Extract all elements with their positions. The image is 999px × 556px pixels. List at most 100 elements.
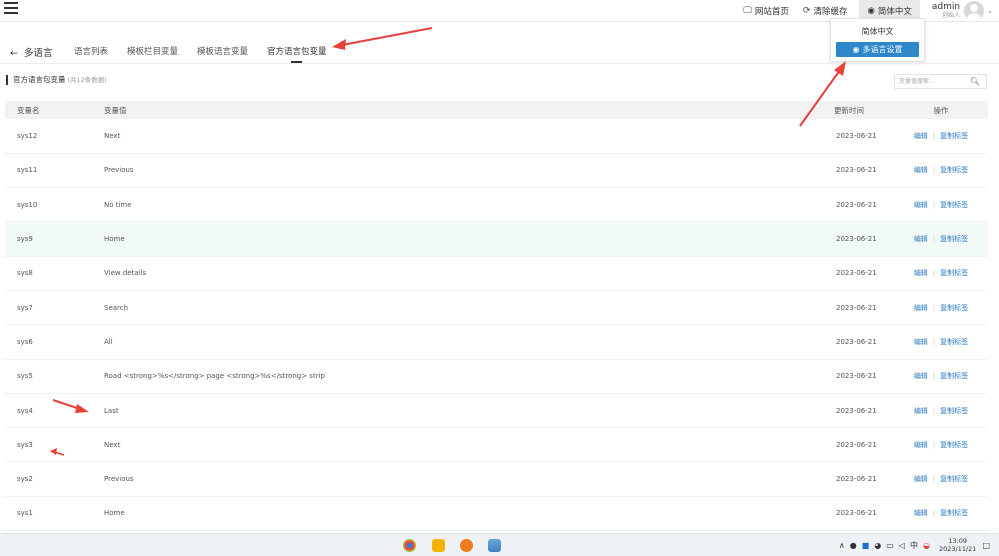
cell-var-name: sys7 [5, 290, 92, 326]
copy-tag-link[interactable]: 复制标签 [940, 235, 968, 243]
menu-icon[interactable] [4, 2, 18, 16]
edit-link[interactable]: 编辑 [914, 441, 928, 449]
edit-link[interactable]: 编辑 [914, 166, 928, 174]
cell-var-value: Next [92, 427, 832, 463]
cell-var-value: Road <strong>%s</strong> page <strong>%s… [92, 359, 832, 394]
table-row: sys5 Road <strong>%s</strong> page <stron… [5, 359, 988, 394]
browser-icon[interactable] [460, 539, 473, 552]
dropdown-current-language[interactable]: 简体中文 [831, 26, 924, 37]
app-icon[interactable] [432, 539, 445, 552]
copy-tag-link[interactable]: 复制标签 [940, 475, 968, 483]
cell-var-name: sys6 [5, 324, 92, 360]
cell-var-value: Previous [92, 153, 832, 189]
table-row: sys9 Home 2023-06-21 编辑 | 复制标签 [5, 221, 988, 257]
refresh-icon: ⟳ [802, 6, 811, 16]
cell-var-name: sys5 [5, 359, 92, 394]
edit-link[interactable]: 编辑 [914, 509, 928, 517]
cell-actions: 编辑 | 复制标签 [894, 427, 988, 463]
cell-actions: 编辑 | 复制标签 [894, 496, 988, 532]
monitor-icon: 🖵 [743, 6, 752, 16]
table-row: sys3 Next 2023-06-21 编辑 | 复制标签 [5, 427, 988, 463]
edit-link[interactable]: 编辑 [914, 475, 928, 483]
copy-tag-link[interactable]: 复制标签 [940, 509, 968, 517]
tab-language-list[interactable]: 语言列表 [74, 45, 108, 57]
tab-official-language-vars[interactable]: 官方语言包变量 [267, 45, 327, 57]
cell-update-time: 2023-06-21 [832, 153, 894, 189]
edit-link[interactable]: 编辑 [914, 338, 928, 346]
edit-link[interactable]: 编辑 [914, 235, 928, 243]
user-menu[interactable]: admin 创始人 ⌄ [932, 1, 999, 21]
cell-var-name: sys1 [5, 496, 92, 532]
cell-actions: 编辑 | 复制标签 [894, 324, 988, 360]
edit-link[interactable]: 编辑 [914, 269, 928, 277]
tab-bar: ← 多语言 语言列表 模板栏目变量 模板语言变量 官方语言包变量 [0, 38, 999, 64]
search-icon[interactable]: 🔍︎ [970, 75, 980, 88]
clock[interactable]: 13:09 2023/11/21 [939, 538, 976, 552]
user-tray-icon[interactable]: ◕ [874, 541, 881, 550]
divider: | [932, 509, 936, 518]
copy-tag-link[interactable]: 复制标签 [940, 201, 968, 209]
tab-template-column-vars[interactable]: 模板栏目变量 [127, 45, 178, 57]
site-home-link[interactable]: 🖵 网站首页 [743, 5, 789, 17]
cell-var-name: sys8 [5, 256, 92, 291]
search-placeholder: 变量值搜索... [899, 78, 935, 85]
edit-link[interactable]: 编辑 [914, 132, 928, 140]
cell-update-time: 2023-06-21 [832, 393, 894, 429]
copy-tag-link[interactable]: 复制标签 [940, 269, 968, 277]
copy-tag-link[interactable]: 复制标签 [940, 441, 968, 449]
table-row: sys8 View details 2023-06-21 编辑 | 复制标签 [5, 256, 988, 291]
edit-link[interactable]: 编辑 [914, 407, 928, 415]
chevron-up-icon[interactable]: ∧ [839, 541, 845, 550]
copy-tag-link[interactable]: 复制标签 [940, 304, 968, 312]
ime-icon[interactable]: 中 [910, 540, 918, 551]
edit-link[interactable]: 编辑 [914, 201, 928, 209]
cell-update-time: 2023-06-21 [832, 496, 894, 532]
cell-actions: 编辑 | 复制标签 [894, 256, 988, 291]
table-row: sys6 All 2023-06-21 编辑 | 复制标签 [5, 324, 988, 360]
avatar[interactable] [964, 1, 985, 21]
table-row: sys1 Home 2023-06-21 编辑 | 复制标签 [5, 496, 988, 532]
search-input[interactable]: 变量值搜索... 🔍︎ [894, 74, 987, 89]
language-label: 简体中文 [877, 7, 912, 17]
copy-tag-link[interactable]: 复制标签 [940, 407, 968, 415]
edit-link[interactable]: 编辑 [914, 372, 928, 380]
cell-actions: 编辑 | 复制标签 [894, 119, 988, 154]
header-update-time: 更新时间 [832, 101, 894, 119]
table-row: sys4 Last 2023-06-21 编辑 | 复制标签 [5, 393, 988, 429]
tab-template-language-vars[interactable]: 模板语言变量 [197, 45, 248, 57]
chevron-down-icon: ⌄ [987, 7, 993, 15]
back-button[interactable]: ← 多语言 [10, 45, 53, 59]
divider: | [932, 337, 936, 346]
package-icon[interactable] [488, 539, 501, 552]
cell-var-name: sys2 [5, 461, 92, 497]
divider: | [932, 440, 936, 449]
divider: | [932, 475, 936, 484]
clear-cache-link[interactable]: ⟳ 清除缓存 [803, 5, 848, 17]
copy-tag-link[interactable]: 复制标签 [940, 338, 968, 346]
chrome-icon[interactable] [403, 539, 416, 552]
cell-update-time: 2023-06-21 [832, 324, 894, 360]
section-title: 官方语言包变量 (共12条数据) [6, 75, 107, 85]
copy-tag-link[interactable]: 复制标签 [940, 166, 968, 174]
site-home-label: 网站首页 [754, 7, 789, 17]
edit-link[interactable]: 编辑 [914, 304, 928, 312]
user-name: admin [931, 2, 961, 12]
cell-update-time: 2023-06-21 [832, 119, 894, 154]
display-icon[interactable]: ▭ [886, 541, 894, 550]
copy-tag-link[interactable]: 复制标签 [940, 372, 968, 380]
bluetooth-icon[interactable]: ■ [862, 541, 870, 550]
taskbar: ∧ ● ■ ◕ ▭ ◁ 中 ◒ 13:09 2023/11/21 □ [0, 533, 999, 556]
cell-var-value: View details [92, 256, 832, 291]
cell-var-value: All [92, 324, 832, 360]
notification-icon[interactable]: □ [982, 541, 990, 550]
cell-var-value: Last [92, 393, 832, 429]
copy-tag-link[interactable]: 复制标签 [940, 132, 968, 140]
antivirus-icon[interactable]: ◒ [923, 541, 930, 550]
cell-update-time: 2023-06-21 [832, 221, 894, 257]
table-row: sys7 Search 2023-06-21 编辑 | 复制标签 [5, 290, 988, 326]
cell-update-time: 2023-06-21 [832, 461, 894, 497]
clear-cache-label: 清除缓存 [813, 7, 848, 17]
network-icon[interactable]: ● [850, 541, 857, 550]
cell-var-value: Next [92, 119, 832, 154]
volume-icon[interactable]: ◁ [899, 541, 905, 550]
